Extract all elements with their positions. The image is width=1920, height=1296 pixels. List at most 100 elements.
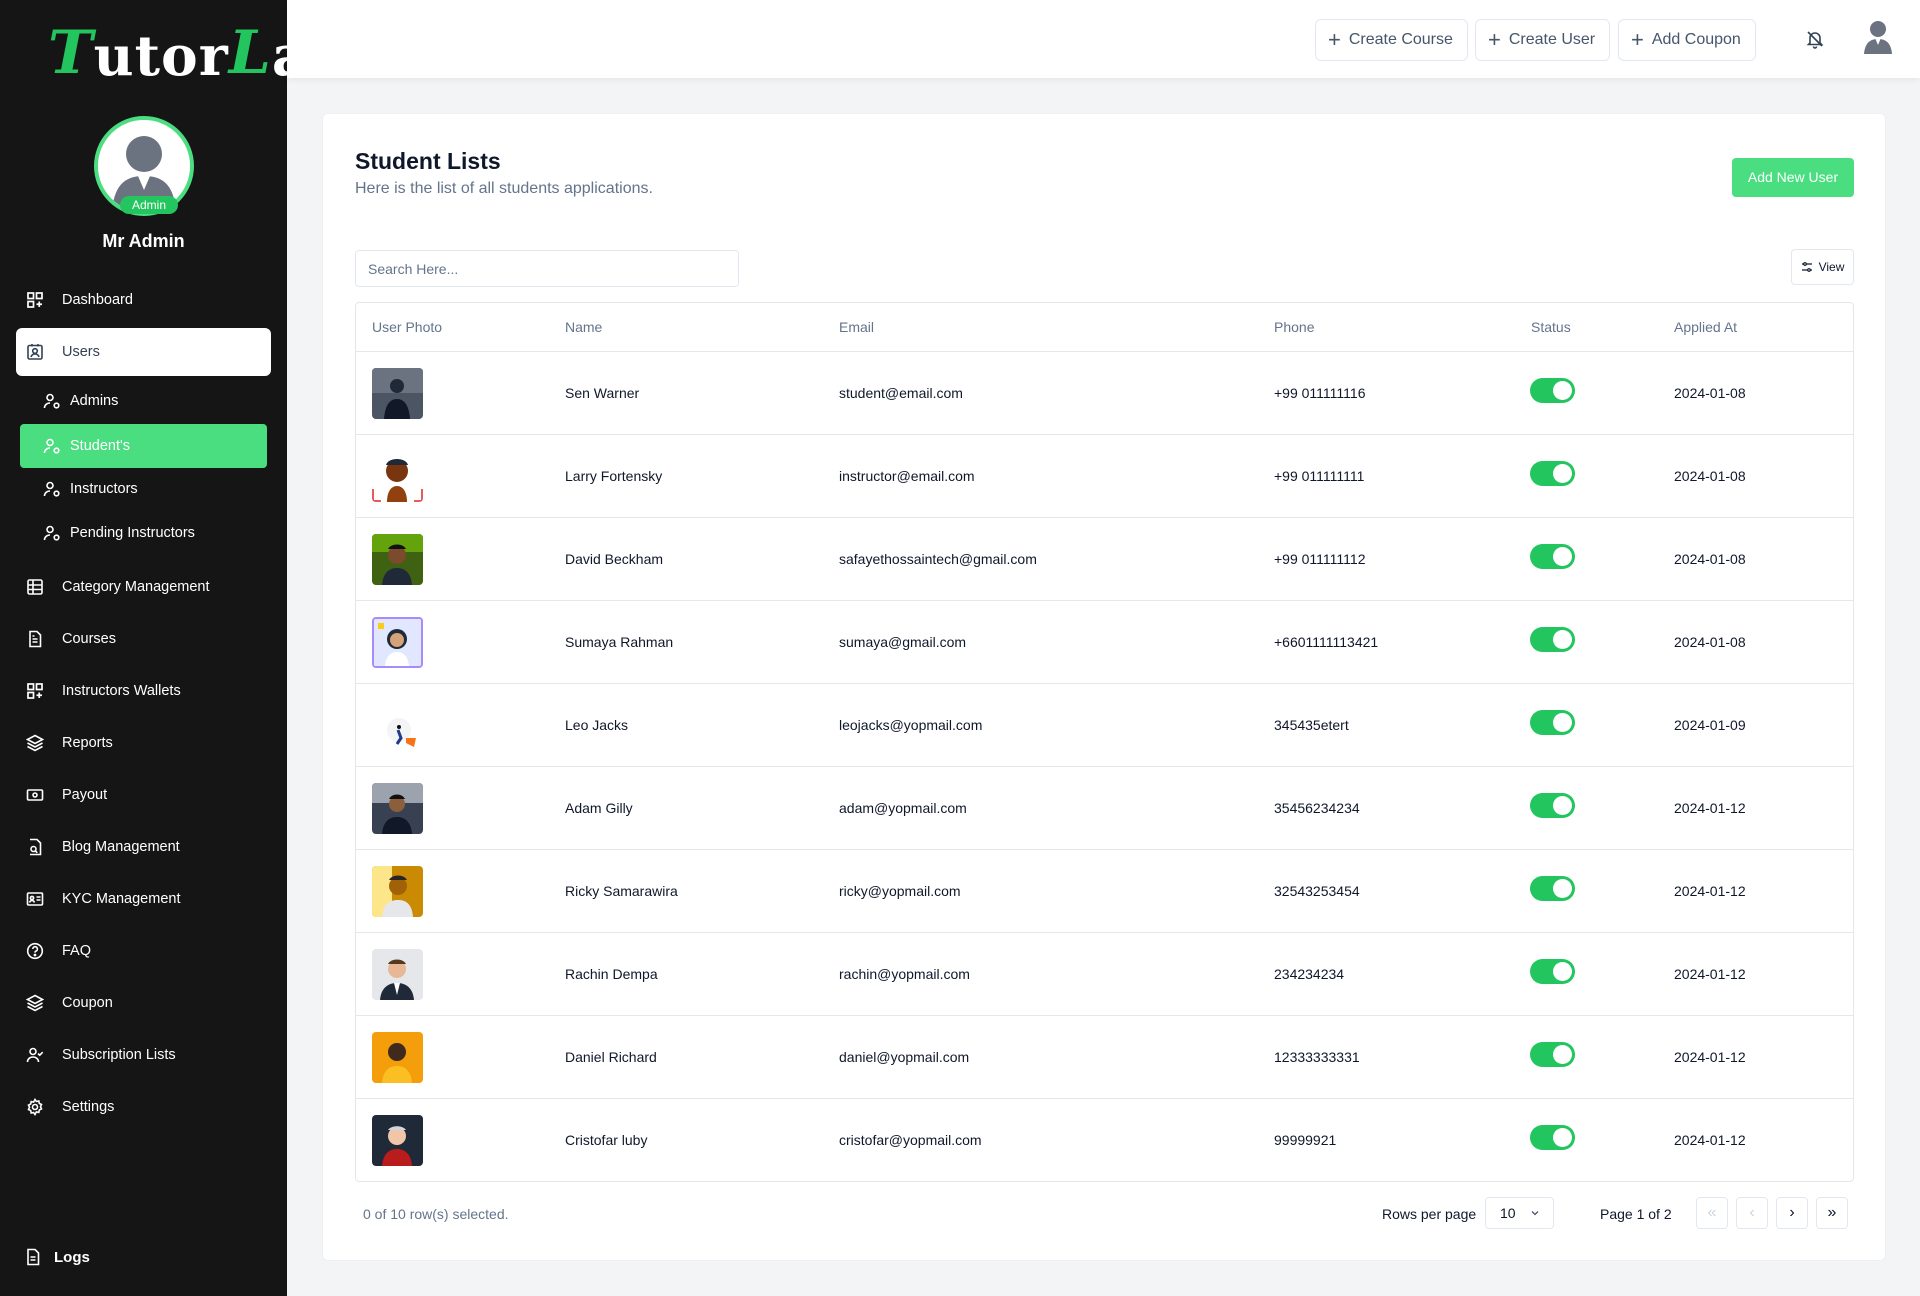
layers-icon <box>24 992 46 1014</box>
sidebar-item-category-management[interactable]: Category Management <box>16 563 271 611</box>
status-toggle[interactable] <box>1530 959 1575 984</box>
user-cog-icon <box>42 436 62 456</box>
user-photo <box>372 1115 423 1166</box>
contact-card-icon <box>24 341 46 363</box>
sidebar-item-subscription-lists[interactable]: Subscription Lists <box>16 1031 271 1079</box>
gear-icon <box>24 1096 46 1118</box>
next-page-button[interactable]: › <box>1776 1197 1808 1229</box>
page-title: Student Lists <box>355 148 501 174</box>
sidebar-item-instructors-wallets[interactable]: Instructors Wallets <box>16 667 271 715</box>
selection-count: 0 of 10 row(s) selected. <box>363 1206 509 1222</box>
sidebar-item-logs[interactable]: Logs <box>24 1248 90 1266</box>
user-photo <box>372 1032 423 1083</box>
user-photo <box>372 617 423 668</box>
sidebar-subitem-students[interactable]: Student's <box>20 424 267 468</box>
table-row: Cristofar luby cristofar@yopmail.com 999… <box>356 1099 1853 1182</box>
status-toggle[interactable] <box>1530 1042 1575 1067</box>
chevrons-left-icon: « <box>1707 1204 1717 1221</box>
page-info: Page 1 of 2 <box>1600 1206 1672 1222</box>
column-header-user-photo[interactable]: User Photo <box>372 319 442 335</box>
sidebar: TutorLab Admin Mr Admin Dashboard Users … <box>0 0 347 1296</box>
sidebar-item-courses[interactable]: Courses <box>16 615 271 663</box>
user-photo <box>372 949 423 1000</box>
layers-icon <box>24 732 46 754</box>
sidebar-subitem-admins[interactable]: Admins <box>20 379 267 423</box>
add-coupon-button[interactable]: + Add Coupon <box>1618 19 1756 61</box>
admin-badge: Admin <box>120 196 178 214</box>
user-cog-icon <box>42 523 62 543</box>
create-course-button[interactable]: + Create Course <box>1315 19 1468 61</box>
previous-page-button[interactable]: ‹ <box>1736 1197 1768 1229</box>
sidebar-subitem-pending-instructors[interactable]: Pending Instructors <box>20 511 267 555</box>
banknote-icon <box>24 784 46 806</box>
column-header-status[interactable]: Status <box>1531 319 1571 335</box>
table-row: Sumaya Rahman sumaya@gmail.com +66011111… <box>356 601 1853 684</box>
rows-per-page-select[interactable]: 10 <box>1485 1197 1554 1229</box>
status-toggle[interactable] <box>1530 461 1575 486</box>
sidebar-item-payout[interactable]: Payout <box>16 771 271 819</box>
sidebar-item-faq[interactable]: FAQ <box>16 927 271 975</box>
status-toggle[interactable] <box>1530 876 1575 901</box>
chevron-down-icon <box>1529 1207 1541 1219</box>
page-subtitle: Here is the list of all students applica… <box>355 180 653 197</box>
status-toggle[interactable] <box>1530 627 1575 652</box>
status-toggle[interactable] <box>1530 793 1575 818</box>
status-toggle[interactable] <box>1530 710 1575 735</box>
user-cog-icon <box>42 391 62 411</box>
column-header-applied-at[interactable]: Applied At <box>1674 319 1737 335</box>
chevrons-right-icon: » <box>1827 1204 1837 1221</box>
status-toggle[interactable] <box>1530 1125 1575 1150</box>
bell-icon[interactable] <box>1805 29 1825 49</box>
sidebar-item-reports[interactable]: Reports <box>16 719 271 767</box>
help-circle-icon <box>24 940 46 962</box>
user-check-icon <box>24 1044 46 1066</box>
user-avatar[interactable] <box>1863 18 1893 54</box>
last-page-button[interactable]: » <box>1816 1197 1848 1229</box>
search-input[interactable] <box>355 250 739 287</box>
sidebar-item-blog-management[interactable]: Blog Management <box>16 823 271 871</box>
admin-name: Mr Admin <box>102 231 185 251</box>
user-photo <box>372 700 423 751</box>
sidebar-item-settings[interactable]: Settings <box>16 1083 271 1131</box>
column-header-name[interactable]: Name <box>565 319 602 335</box>
plus-icon: + <box>1328 27 1341 52</box>
user-photo <box>372 866 423 917</box>
user-photo <box>372 783 423 834</box>
file-icon <box>24 628 46 650</box>
table-row: Larry Fortensky instructor@email.com +99… <box>356 435 1853 518</box>
user-photo <box>372 368 423 419</box>
file-search-icon <box>24 836 46 858</box>
table-row: Leo Jacks leojacks@yopmail.com 345435ete… <box>356 684 1853 767</box>
table-row: Adam Gilly adam@yopmail.com 35456234234 … <box>356 767 1853 850</box>
user-photo <box>372 451 423 502</box>
student-list-card: Student Lists Here is the list of all st… <box>322 113 1886 1261</box>
status-toggle[interactable] <box>1530 544 1575 569</box>
sidebar-item-dashboard[interactable]: Dashboard <box>16 276 271 324</box>
plus-icon: + <box>1488 27 1501 52</box>
topbar: + Create Course + Create User + Add Coupon <box>287 0 1920 78</box>
rows-per-page-label: Rows per page <box>1382 1206 1477 1222</box>
plus-icon: + <box>1631 27 1644 52</box>
user-cog-icon <box>42 479 62 499</box>
table-row: Sen Warner student@email.com +99 0111111… <box>356 352 1853 435</box>
table-row: Ricky Samarawira ricky@yopmail.com 32543… <box>356 850 1853 933</box>
table-icon <box>24 576 46 598</box>
sidebar-item-kyc-management[interactable]: KYC Management <box>16 875 271 923</box>
status-toggle[interactable] <box>1530 378 1575 403</box>
view-options-button[interactable]: View <box>1791 249 1854 285</box>
user-photo <box>372 534 423 585</box>
students-table: User Photo Name Email Phone Status Appli… <box>355 302 1854 1182</box>
column-header-email[interactable]: Email <box>839 319 874 335</box>
sidebar-item-users[interactable]: Users <box>16 328 271 376</box>
sidebar-item-coupon[interactable]: Coupon <box>16 979 271 1027</box>
table-header: User Photo Name Email Phone Status Appli… <box>356 303 1853 352</box>
table-row: Daniel Richard daniel@yopmail.com 123333… <box>356 1016 1853 1099</box>
table-row: David Beckham safayethossaintech@gmail.c… <box>356 518 1853 601</box>
sidebar-subitem-instructors[interactable]: Instructors <box>20 467 267 511</box>
first-page-button[interactable]: « <box>1696 1197 1728 1229</box>
file-icon <box>24 1248 42 1266</box>
column-header-phone[interactable]: Phone <box>1274 319 1314 335</box>
add-new-user-button[interactable]: Add New User <box>1732 158 1854 197</box>
chevron-right-icon: › <box>1789 1204 1795 1221</box>
create-user-button[interactable]: + Create User <box>1475 19 1611 61</box>
